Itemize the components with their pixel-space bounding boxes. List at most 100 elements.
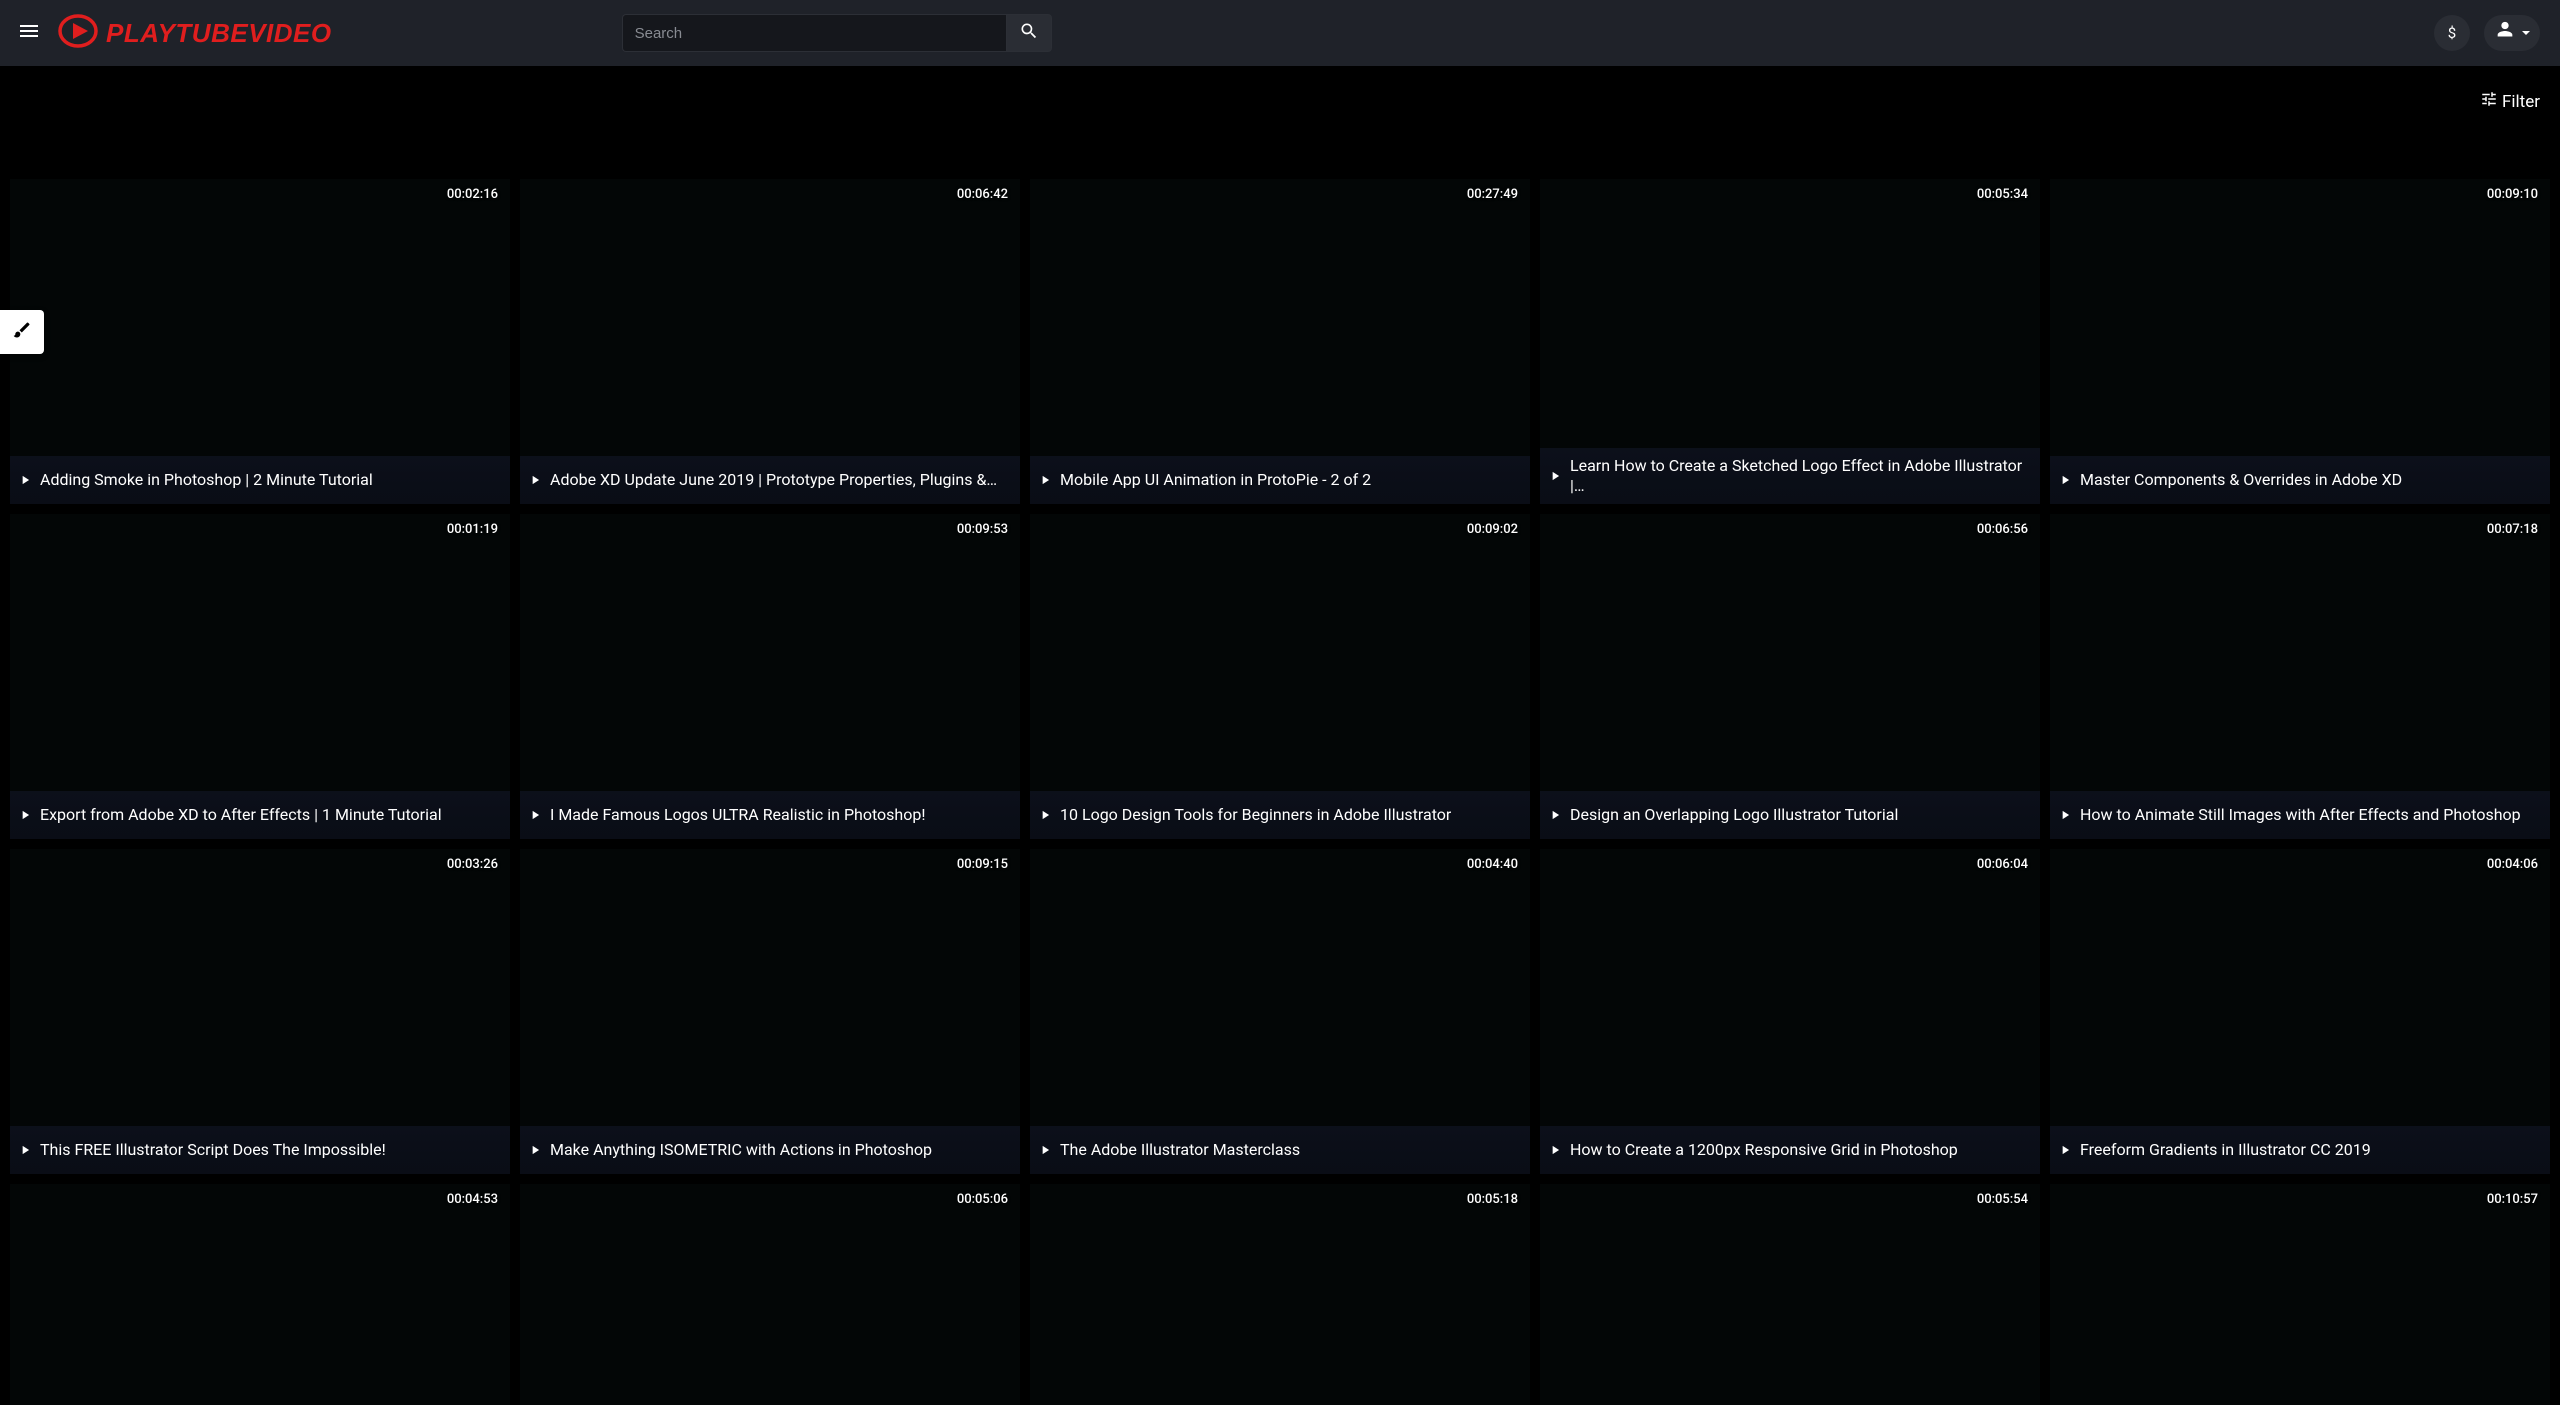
- video-caption: Adobe XD Update June 2019 | Prototype Pr…: [520, 456, 1020, 504]
- video-card[interactable]: 00:05:18: [1030, 1184, 1530, 1405]
- play-icon: [1038, 473, 1052, 487]
- video-duration: 00:06:56: [1977, 522, 2028, 537]
- person-icon: [2494, 20, 2516, 46]
- video-card[interactable]: 00:05:34 Learn How to Create a Sketched L…: [1540, 179, 2040, 504]
- video-card[interactable]: 00:06:56 Design an Overlapping Logo Illus…: [1540, 514, 2040, 839]
- video-caption: Master Components & Overrides in Adobe X…: [2050, 456, 2550, 504]
- video-duration: 00:09:53: [957, 522, 1008, 537]
- logo-text: PLAYTUBEVIDEO: [106, 18, 332, 49]
- user-menu-button[interactable]: [2484, 15, 2540, 51]
- video-caption: Mobile App UI Animation in ProtoPie - 2 …: [1030, 456, 1530, 504]
- menu-button[interactable]: [14, 18, 44, 48]
- video-caption: Adding Smoke in Photoshop | 2 Minute Tut…: [10, 456, 510, 504]
- video-title: Learn How to Create a Sketched Logo Effe…: [1570, 456, 2030, 496]
- filter-button[interactable]: Filter: [2480, 90, 2540, 113]
- video-card[interactable]: 00:09:15 Make Anything ISOMETRIC with Act…: [520, 849, 1020, 1174]
- video-title: Design an Overlapping Logo Illustrator T…: [1570, 805, 1898, 825]
- video-duration: 00:06:42: [957, 187, 1008, 202]
- video-caption: Freeform Gradients in Illustrator CC 201…: [2050, 1126, 2550, 1174]
- video-caption: Make Anything ISOMETRIC with Actions in …: [520, 1126, 1020, 1174]
- video-duration: 00:07:18: [2487, 522, 2538, 537]
- video-title: Adobe XD Update June 2019 | Prototype Pr…: [550, 470, 997, 490]
- video-caption: Learn How to Create a Sketched Logo Effe…: [1540, 448, 2040, 504]
- currency-button[interactable]: $: [2434, 15, 2470, 51]
- video-card[interactable]: 00:06:04 How to Create a 1200px Responsiv…: [1540, 849, 2040, 1174]
- play-icon: [18, 808, 32, 822]
- video-caption: The Adobe Illustrator Masterclass: [1030, 1126, 1530, 1174]
- video-duration: 00:10:57: [2487, 1192, 2538, 1207]
- video-title: 10 Logo Design Tools for Beginners in Ad…: [1060, 805, 1451, 825]
- video-duration: 00:02:16: [447, 187, 498, 202]
- search-input[interactable]: [622, 14, 1006, 52]
- video-duration: 00:04:40: [1467, 857, 1518, 872]
- header-actions: $: [2434, 15, 2540, 51]
- play-icon: [18, 1143, 32, 1157]
- play-icon: [1548, 808, 1562, 822]
- video-card[interactable]: 00:07:18 How to Animate Still Images with…: [2050, 514, 2550, 839]
- video-title: The Adobe Illustrator Masterclass: [1060, 1140, 1300, 1160]
- video-card[interactable]: 00:09:0210 Logo Design Tools for Beginne…: [1030, 514, 1530, 839]
- video-title: This FREE Illustrator Script Does The Im…: [40, 1140, 386, 1160]
- video-title: How to Animate Still Images with After E…: [2080, 805, 2521, 825]
- edit-theme-button[interactable]: [0, 310, 44, 354]
- play-icon: [18, 473, 32, 487]
- video-title: I Made Famous Logos ULTRA Realistic in P…: [550, 805, 925, 825]
- play-icon: [528, 473, 542, 487]
- video-caption: How to Animate Still Images with After E…: [2050, 791, 2550, 839]
- brush-icon: [12, 320, 32, 344]
- search-button[interactable]: [1006, 14, 1052, 52]
- video-card[interactable]: 00:09:10 Master Components & Overrides in…: [2050, 179, 2550, 504]
- play-icon: [2058, 808, 2072, 822]
- video-caption: 10 Logo Design Tools for Beginners in Ad…: [1030, 791, 1530, 839]
- video-duration: 00:01:19: [447, 522, 498, 537]
- video-caption: This FREE Illustrator Script Does The Im…: [10, 1126, 510, 1174]
- video-card[interactable]: 00:04:53: [10, 1184, 510, 1405]
- play-icon: [1548, 1143, 1562, 1157]
- video-duration: 00:04:06: [2487, 857, 2538, 872]
- video-card[interactable]: 00:04:06 Freeform Gradients in Illustrato…: [2050, 849, 2550, 1174]
- video-card[interactable]: 00:01:19 Export from Adobe XD to After Ef…: [10, 514, 510, 839]
- play-icon: [528, 808, 542, 822]
- tune-icon: [2480, 90, 2498, 113]
- search-icon: [1019, 21, 1039, 45]
- video-duration: 00:05:18: [1467, 1192, 1518, 1207]
- play-icon: [528, 1143, 542, 1157]
- search-bar: [622, 14, 1052, 52]
- filter-label: Filter: [2502, 92, 2540, 112]
- video-card[interactable]: 00:06:42 Adobe XD Update June 2019 | Prot…: [520, 179, 1020, 504]
- chevron-down-icon: [2522, 31, 2530, 35]
- video-duration: 00:05:34: [1977, 187, 2028, 202]
- video-card[interactable]: 00:05:54: [1540, 1184, 2040, 1405]
- video-card[interactable]: 00:02:16 Adding Smoke in Photoshop | 2 Mi…: [10, 179, 510, 504]
- video-title: Make Anything ISOMETRIC with Actions in …: [550, 1140, 932, 1160]
- play-icon: [1038, 1143, 1052, 1157]
- video-title: Export from Adobe XD to After Effects | …: [40, 805, 442, 825]
- video-card[interactable]: 00:10:57: [2050, 1184, 2550, 1405]
- video-duration: 00:06:04: [1977, 857, 2028, 872]
- video-card[interactable]: 00:03:26This FREE Illustrator Script Doe…: [10, 849, 510, 1174]
- video-caption: How to Create a 1200px Responsive Grid i…: [1540, 1126, 2040, 1174]
- video-duration: 00:09:10: [2487, 187, 2538, 202]
- video-caption: Design an Overlapping Logo Illustrator T…: [1540, 791, 2040, 839]
- video-caption: Export from Adobe XD to After Effects | …: [10, 791, 510, 839]
- video-card[interactable]: 00:27:49 Mobile App UI Animation in Proto…: [1030, 179, 1530, 504]
- filter-bar: Filter: [0, 66, 2560, 119]
- play-logo-icon: [58, 11, 98, 55]
- video-title: Mobile App UI Animation in ProtoPie - 2 …: [1060, 470, 1371, 490]
- play-icon: [2058, 473, 2072, 487]
- video-duration: 00:09:15: [957, 857, 1008, 872]
- video-title: Freeform Gradients in Illustrator CC 201…: [2080, 1140, 2371, 1160]
- video-card[interactable]: 00:09:53 I Made Famous Logos ULTRA Realis…: [520, 514, 1020, 839]
- play-icon: [1548, 469, 1562, 483]
- video-title: How to Create a 1200px Responsive Grid i…: [1570, 1140, 1958, 1160]
- video-card[interactable]: 00:04:40 The Adobe Illustrator Masterclas…: [1030, 849, 1530, 1174]
- video-card[interactable]: 00:05:06: [520, 1184, 1020, 1405]
- play-icon: [1038, 808, 1052, 822]
- site-logo[interactable]: PLAYTUBEVIDEO: [58, 11, 332, 55]
- dollar-icon: $: [2448, 24, 2456, 42]
- video-duration: 00:27:49: [1467, 187, 1518, 202]
- video-duration: 00:04:53: [447, 1192, 498, 1207]
- video-duration: 00:05:54: [1977, 1192, 2028, 1207]
- app-header: PLAYTUBEVIDEO $: [0, 0, 2560, 66]
- hamburger-icon: [17, 19, 41, 47]
